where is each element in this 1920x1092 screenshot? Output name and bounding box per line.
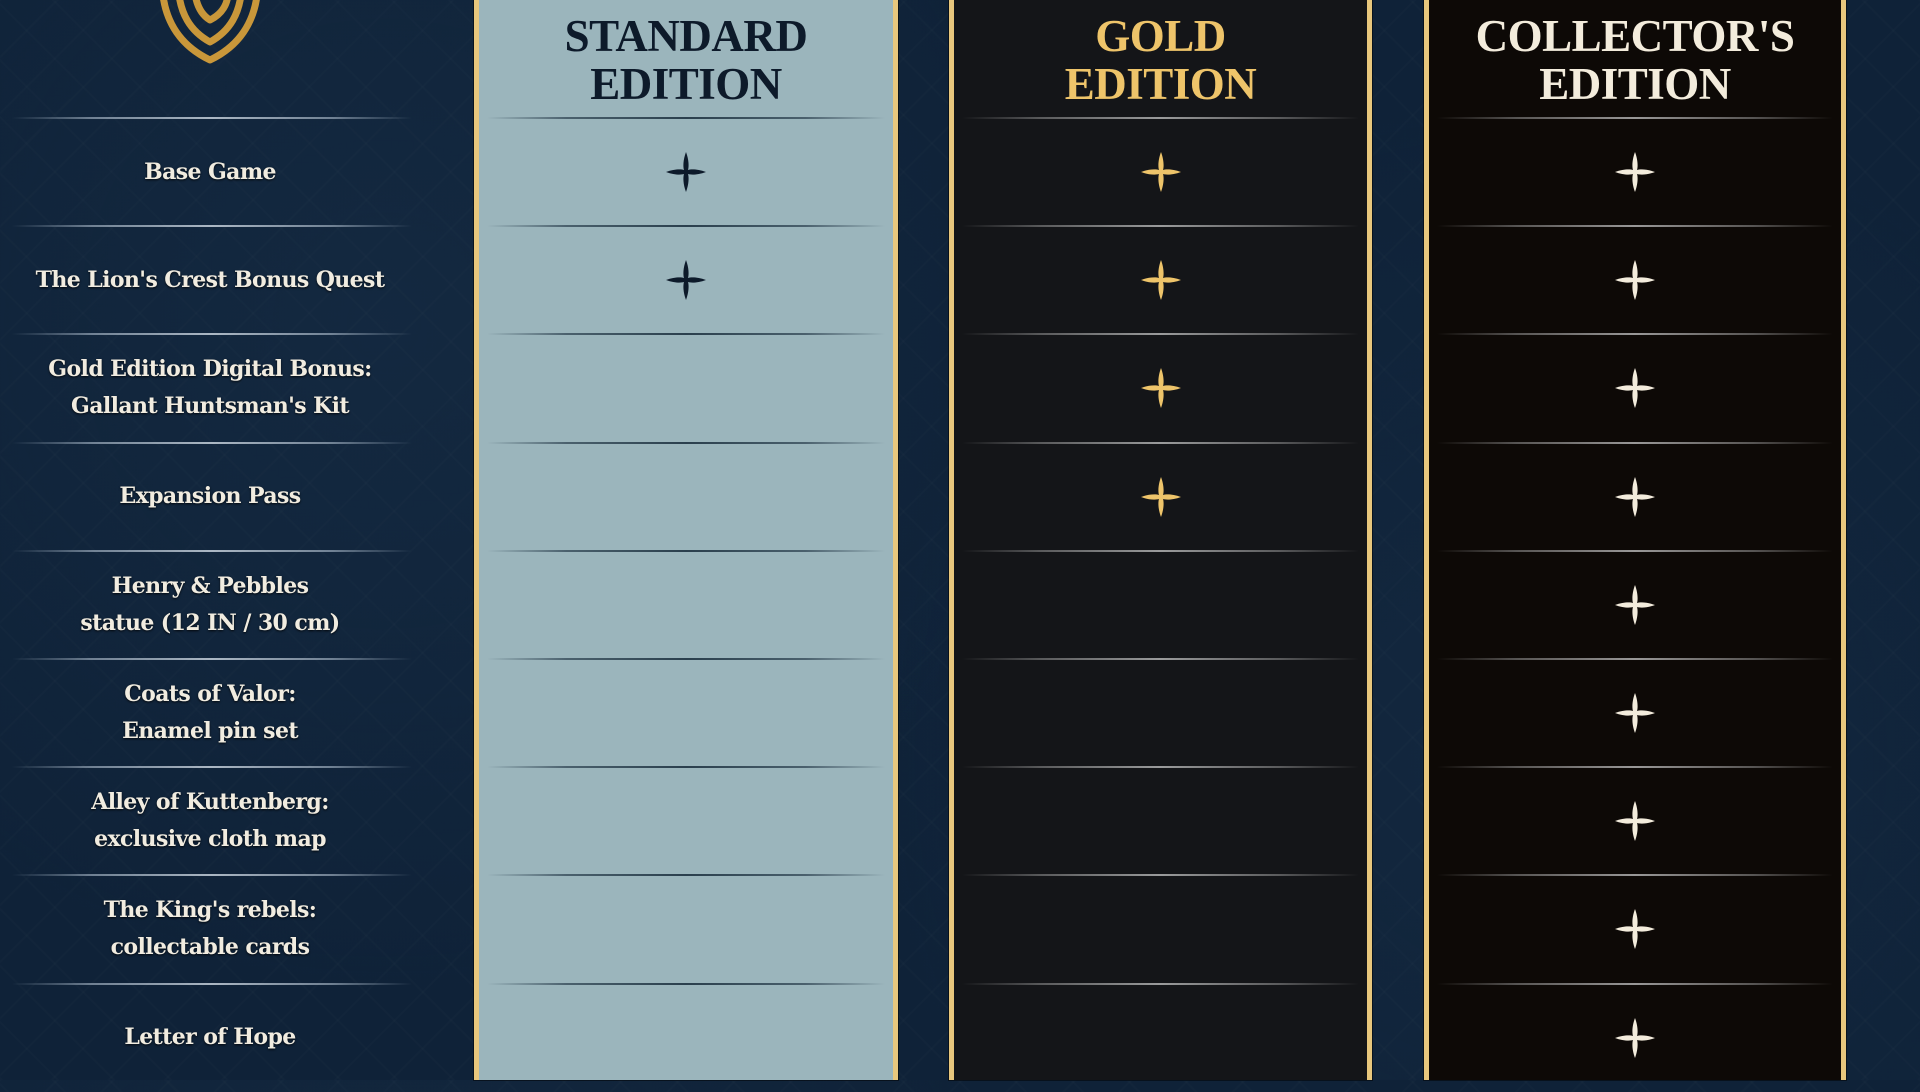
four-point-star-icon <box>1614 151 1656 193</box>
feature-label: Gold Edition Digital Bonus: Gallant Hunt… <box>48 356 372 420</box>
four-point-star-icon <box>1614 800 1656 842</box>
feature-label: The Lion's Crest Bonus Quest <box>35 266 385 293</box>
gold-feature-cell <box>954 659 1367 767</box>
feature-label: Letter of Hope <box>124 1024 296 1051</box>
feature-label: Alley of Kuttenberg: exclusive cloth map <box>91 789 329 853</box>
standard-feature-cell <box>479 659 893 767</box>
collector-feature-cell <box>1429 118 1841 226</box>
collector-feature-cell <box>1429 443 1841 551</box>
gold-feature-cell <box>954 767 1367 875</box>
standard-edition-title: STANDARD EDITION <box>564 11 808 109</box>
gold-feature-cell <box>954 875 1367 983</box>
collector-feature-cell <box>1429 875 1841 983</box>
standard-feature-cell <box>479 984 893 1092</box>
gold-feature-cell <box>954 118 1367 226</box>
standard-feature-cell <box>479 443 893 551</box>
four-point-star-icon <box>1614 1017 1656 1059</box>
four-point-star-icon <box>1614 584 1656 626</box>
standard-feature-cell <box>479 767 893 875</box>
standard-feature-cell <box>479 551 893 659</box>
feature-label: Base Game <box>144 158 276 185</box>
gold-feature-cell <box>954 443 1367 551</box>
four-point-star-icon <box>1614 367 1656 409</box>
gold-feature-cell <box>954 334 1367 442</box>
gold-feature-cell <box>954 984 1367 1092</box>
four-point-star-icon <box>1140 151 1182 193</box>
four-point-star-icon <box>665 259 707 301</box>
gold-edition-column[interactable]: GOLD EDITION <box>949 0 1372 1080</box>
feature-labels-column: Base Game The Lion's Crest Bonus Quest Gol… <box>0 0 420 1080</box>
collectors-edition-title: COLLECTOR'S EDITION <box>1475 11 1795 109</box>
gold-feature-cell <box>954 226 1367 334</box>
collectors-edition-column[interactable]: COLLECTOR'S EDITION <box>1424 0 1846 1080</box>
standard-feature-cell <box>479 118 893 226</box>
collector-feature-cell <box>1429 334 1841 442</box>
standard-feature-cell <box>479 226 893 334</box>
four-point-star-icon <box>1614 476 1656 518</box>
four-point-star-icon <box>1614 908 1656 950</box>
collector-feature-cell <box>1429 767 1841 875</box>
four-point-star-icon <box>1140 476 1182 518</box>
four-point-star-icon <box>665 151 707 193</box>
feature-label: Expansion Pass <box>119 483 301 510</box>
feature-label: Henry & Pebbles statue (12 IN / 30 cm) <box>80 572 340 636</box>
standard-feature-cell <box>479 334 893 442</box>
four-point-star-icon <box>1140 259 1182 301</box>
four-point-star-icon <box>1140 367 1182 409</box>
collector-feature-cell <box>1429 551 1841 659</box>
collector-feature-cell <box>1429 226 1841 334</box>
collector-feature-cell <box>1429 659 1841 767</box>
standard-edition-column[interactable]: STANDARD EDITION <box>474 0 898 1080</box>
gold-edition-title: GOLD EDITION <box>1064 11 1257 109</box>
gold-feature-cell <box>954 551 1367 659</box>
four-point-star-icon <box>1614 259 1656 301</box>
feature-label: The King's rebels: collectable cards <box>103 897 317 961</box>
four-point-star-icon <box>1614 692 1656 734</box>
feature-label: Coats of Valor: Enamel pin set <box>122 681 298 744</box>
collector-feature-cell <box>1429 984 1841 1092</box>
standard-feature-cell <box>479 875 893 983</box>
